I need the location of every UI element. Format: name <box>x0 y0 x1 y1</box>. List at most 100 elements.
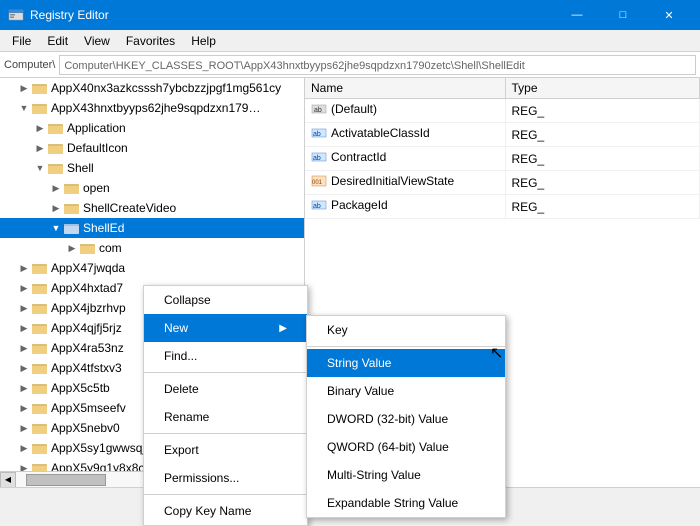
submenu-dword[interactable]: DWORD (32-bit) Value <box>307 405 505 433</box>
ctx-new[interactable]: New ▶ <box>144 314 307 342</box>
menu-edit[interactable]: Edit <box>39 30 76 51</box>
menu-file[interactable]: File <box>4 30 39 51</box>
folder-icon-appx4t <box>32 360 48 376</box>
submenu-qword[interactable]: QWORD (64-bit) Value <box>307 433 505 461</box>
expand-icon-shelledit[interactable]: ▼ <box>48 218 64 238</box>
folder-icon-appx4r <box>32 340 48 356</box>
menu-help[interactable]: Help <box>183 30 224 51</box>
tree-label-appx4q: AppX4qjfj5rjz <box>51 321 122 335</box>
main-content: ▶ AppX40nx3azkcsssh7ybcbzzjpgf1mg561cy ▼… <box>0 78 700 487</box>
tree-item-open[interactable]: ▶ open <box>0 178 304 198</box>
tree-item-shelledit[interactable]: ▼ ShellEd <box>0 218 304 238</box>
folder-icon-appx5s <box>32 440 48 456</box>
expand-icon-appx5m[interactable]: ▶ <box>16 398 32 418</box>
submenu-key[interactable]: Key <box>307 316 505 344</box>
address-label-static: Computer\ <box>4 59 55 71</box>
expand-icon-appx4t[interactable]: ▶ <box>16 358 32 378</box>
title-bar-text: Registry Editor <box>30 8 548 22</box>
expand-icon-appx43[interactable]: ▼ <box>16 98 32 118</box>
expand-icon-appx5c[interactable]: ▶ <box>16 378 32 398</box>
table-row[interactable]: ab (Default) REG_ <box>305 99 700 123</box>
scroll-left-btn[interactable]: ◀ <box>0 472 16 488</box>
tree-label-appx4t: AppX4tfstxv3 <box>51 361 122 375</box>
tree-item-com[interactable]: ▶ com <box>0 238 304 258</box>
menu-bar: File Edit View Favorites Help <box>0 30 700 52</box>
title-bar-buttons: — □ ✕ <box>554 0 692 30</box>
reg-ab-icon3: ab PackageId <box>311 197 388 213</box>
expand-icon-appx4r[interactable]: ▶ <box>16 338 32 358</box>
submenu-expandablestring[interactable]: Expandable String Value <box>307 489 505 517</box>
address-path[interactable]: Computer\HKEY_CLASSES_ROOT\AppX43hnxtbyy… <box>59 55 696 75</box>
folder-icon-appx5c <box>32 380 48 396</box>
default-value-icon: ab (Default) <box>311 101 377 117</box>
tree-item-shell[interactable]: ▼ Shell <box>0 158 304 178</box>
cell-name: ab ContractId <box>305 147 505 171</box>
table-row[interactable]: ab ContractId REG_ <box>305 147 700 171</box>
ctx-permissions[interactable]: Permissions... <box>144 464 307 492</box>
expand-icon-appx4h[interactable]: ▶ <box>16 278 32 298</box>
tree-label-shell: Shell <box>67 161 94 175</box>
cell-type: REG_ <box>505 99 700 123</box>
tree-item-appx40[interactable]: ▶ AppX40nx3azkcsssh7ybcbzzjpgf1mg561cy <box>0 78 304 98</box>
folder-icon-defaulticon <box>48 140 64 156</box>
tree-item-defaulticon[interactable]: ▶ DefaultIcon <box>0 138 304 158</box>
tree-label-appx4j: AppX4jbzrhvp <box>51 301 126 315</box>
expand-icon-appx4j[interactable]: ▶ <box>16 298 32 318</box>
table-row[interactable]: ab PackageId REG_ <box>305 195 700 219</box>
tree-item-appx47[interactable]: ▶ AppX47jwqda <box>0 258 304 278</box>
expand-icon-open[interactable]: ▶ <box>48 178 64 198</box>
table-row[interactable]: ab ActivatableClassId REG_ <box>305 123 700 147</box>
expand-icon-appx40[interactable]: ▶ <box>16 78 32 98</box>
maximize-button[interactable]: □ <box>600 0 646 30</box>
folder-icon-com <box>80 240 96 256</box>
expand-icon-shell[interactable]: ▼ <box>32 158 48 178</box>
expand-icon-com[interactable]: ▶ <box>64 238 80 258</box>
ctx-collapse[interactable]: Collapse <box>144 286 307 314</box>
registry-table: Name Type ab (Default) REG_ <box>305 78 700 219</box>
ctx-copykeyname[interactable]: Copy Key Name <box>144 497 307 525</box>
submenu-stringvalue[interactable]: String Value <box>307 349 505 377</box>
expand-icon-appx4q[interactable]: ▶ <box>16 318 32 338</box>
tree-label-com: com <box>99 241 122 255</box>
context-menu[interactable]: Collapse New ▶ Find... Delete Rename Exp… <box>143 285 308 526</box>
folder-icon-shelledit <box>64 220 80 236</box>
menu-view[interactable]: View <box>76 30 118 51</box>
ctx-delete[interactable]: Delete <box>144 375 307 403</box>
tree-item-application[interactable]: ▶ Application <box>0 118 304 138</box>
col-type[interactable]: Type <box>505 78 700 99</box>
menu-favorites[interactable]: Favorites <box>118 30 183 51</box>
ctx-find[interactable]: Find... <box>144 342 307 370</box>
tree-label-appx43: AppX43hnxtbyyps62jhe9sqpdzxn1790zetc <box>51 101 261 115</box>
submenu-multistring[interactable]: Multi-String Value <box>307 461 505 489</box>
cell-type: REG_ <box>505 195 700 219</box>
folder-icon-appx5n <box>32 420 48 436</box>
minimize-button[interactable]: — <box>554 0 600 30</box>
tree-item-appx43[interactable]: ▼ AppX43hnxtbyyps62jhe9sqpdzxn1790zetc <box>0 98 304 118</box>
ctx-export[interactable]: Export <box>144 436 307 464</box>
folder-icon-appx5m <box>32 400 48 416</box>
expand-icon-appx47[interactable]: ▶ <box>16 258 32 278</box>
ctx-rename[interactable]: Rename <box>144 403 307 431</box>
tree-label-appx4r: AppX4ra53nz <box>51 341 124 355</box>
cell-type: REG_ <box>505 123 700 147</box>
close-button[interactable]: ✕ <box>646 0 692 30</box>
submenu-sep <box>307 346 505 347</box>
folder-icon-appx4j <box>32 300 48 316</box>
table-row[interactable]: 001 DesiredInitialViewState REG_ <box>305 171 700 195</box>
folder-icon-application <box>48 120 64 136</box>
submenu-binaryvalue[interactable]: Binary Value <box>307 377 505 405</box>
col-name[interactable]: Name <box>305 78 505 99</box>
expand-icon-appx5s[interactable]: ▶ <box>16 438 32 458</box>
expand-icon-shellcreatevideo[interactable]: ▶ <box>48 198 64 218</box>
address-bar: Computer\ Computer\HKEY_CLASSES_ROOT\App… <box>0 52 700 78</box>
scroll-thumb[interactable] <box>26 474 106 486</box>
tree-item-shellcreatevideo[interactable]: ▶ ShellCreateVideo <box>0 198 304 218</box>
tree-label-appx47: AppX47jwqda <box>51 261 125 275</box>
submenu[interactable]: Key String Value Binary Value DWORD (32-… <box>306 315 506 518</box>
cell-name: ab ActivatableClassId <box>305 123 505 147</box>
expand-icon-defaulticon[interactable]: ▶ <box>32 138 48 158</box>
ctx-sep3 <box>144 494 307 495</box>
submenu-arrow: ▶ <box>279 323 287 334</box>
expand-icon-appx5n[interactable]: ▶ <box>16 418 32 438</box>
expand-icon-application[interactable]: ▶ <box>32 118 48 138</box>
